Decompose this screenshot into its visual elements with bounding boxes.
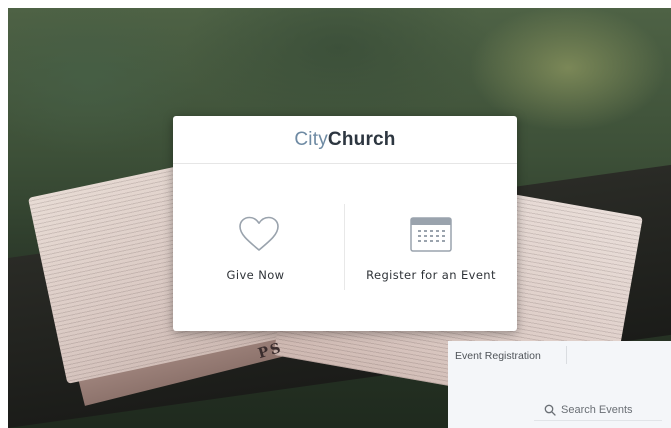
calendar-icon — [409, 214, 453, 254]
give-now-button[interactable]: Give Now — [173, 164, 344, 331]
give-now-label: Give Now — [226, 268, 285, 282]
register-event-label: Register for an Event — [366, 268, 496, 282]
landing-card: City Church Give Now Register for an Eve… — [173, 116, 517, 331]
panel-separator — [566, 346, 567, 364]
register-event-button[interactable]: Register for an Event — [345, 164, 517, 331]
card-header: City Church — [173, 116, 517, 164]
brand-name-bold: Church — [327, 128, 396, 150]
brand-name-light: City — [294, 128, 328, 150]
heart-icon — [237, 214, 281, 254]
search-events-placeholder: Search Events — [561, 403, 633, 416]
search-events-input[interactable]: Search Events — [534, 399, 662, 421]
card-body: Give Now Register for an Event — [173, 164, 517, 331]
event-registration-title: Event Registration — [455, 350, 541, 362]
search-icon — [544, 404, 556, 416]
event-registration-panel: Event Registration Search Events — [448, 341, 671, 428]
